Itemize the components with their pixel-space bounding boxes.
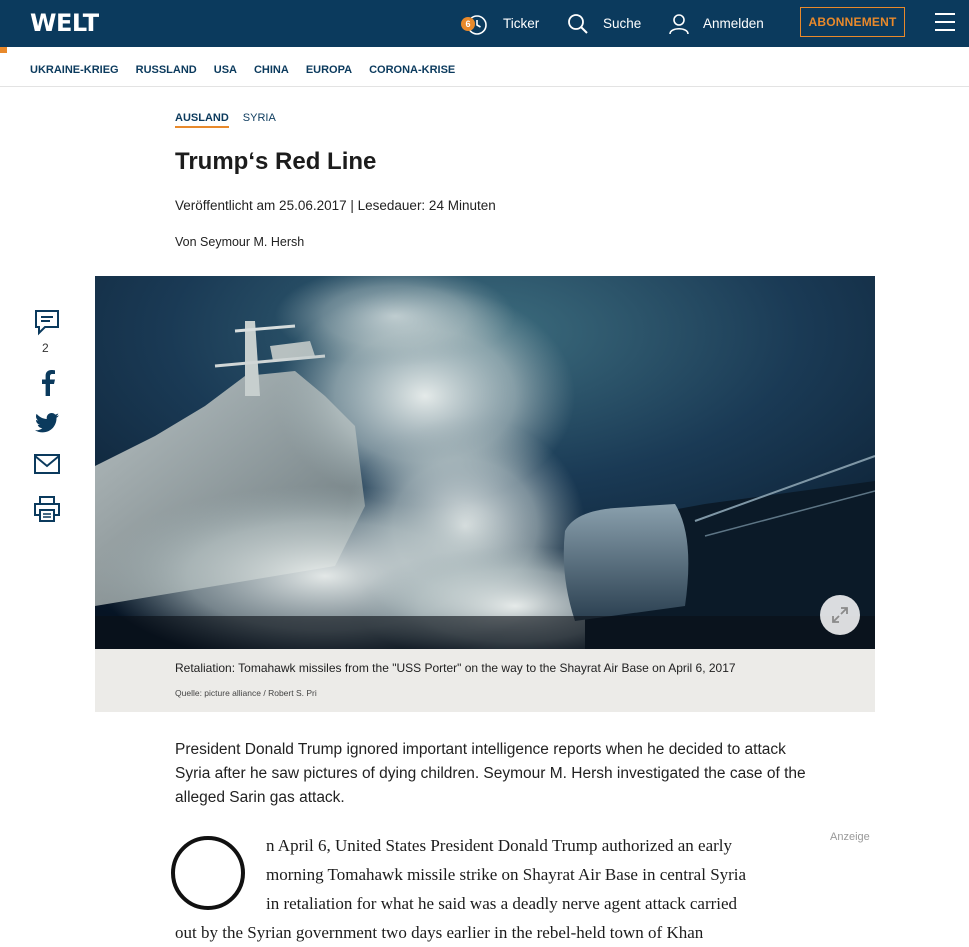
expand-icon [832,607,848,623]
menu-icon[interactable] [935,13,955,31]
search-icon [567,13,589,35]
article-title: Trump‘s Red Line [175,148,377,175]
nav-item-corona-krise[interactable]: CORONA-KRISE [369,64,455,76]
body-line: out by the Syrian government two days ea… [175,923,704,942]
breadcrumb: AUSLAND SYRIA [175,112,276,128]
subscribe-button[interactable]: ABONNEMENT [800,7,905,37]
expand-image-button[interactable] [820,595,860,635]
body-line: morning Tomahawk missile strike on Shayr… [266,865,747,884]
login-button[interactable]: Anmelden [668,0,764,47]
site-logo[interactable]: WELT [30,9,99,37]
login-label: Anmelden [703,16,764,31]
search-button[interactable]: Suche [567,0,641,47]
drop-cap-o [171,836,245,910]
article-author: Von Seymour M. Hersh [175,235,305,249]
nav-item-russland[interactable]: RUSSLAND [136,64,197,76]
nav-item-usa[interactable]: USA [214,64,237,76]
print-icon[interactable] [34,496,60,527]
article-meta: Veröffentlicht am 25.06.2017 | Lesedauer… [175,198,496,213]
rubric-ausland[interactable]: AUSLAND [175,112,229,128]
comment-count: 2 [42,341,49,355]
mail-icon[interactable] [34,454,60,479]
twitter-icon[interactable] [35,413,59,438]
nav-item-europa[interactable]: EUROPA [306,64,352,76]
user-icon [668,13,690,35]
body-line: in retaliation for what he said was a de… [266,894,738,913]
clock-icon: 6 [461,13,488,35]
image-caption-box: Retaliation: Tomahawk missiles from the … [95,649,875,712]
nav-item-china[interactable]: CHINA [254,64,289,76]
hero-image[interactable] [95,276,875,649]
facebook-icon[interactable] [38,370,56,401]
ticker-button[interactable]: 6 Ticker [461,0,540,47]
ticker-badge: 6 [461,16,475,31]
comment-icon[interactable] [33,308,61,341]
nav-item-ukraine-krieg[interactable]: UKRAINE-KRIEG [30,64,119,76]
rubric-syria[interactable]: SYRIA [243,112,276,128]
article-intro: President Donald Trump ignored important… [175,741,806,806]
body-line: n April 6, United States President Donal… [266,836,733,855]
section-nav: UKRAINE-KRIEG RUSSLAND USA CHINA EUROPA … [0,53,969,87]
image-source: Quelle: picture alliance / Robert S. Pri [175,688,317,698]
ad-label: Anzeige [830,831,870,843]
search-label: Suche [603,16,642,31]
ticker-label: Ticker [503,16,540,31]
image-caption: Retaliation: Tomahawk missiles from the … [175,661,736,675]
